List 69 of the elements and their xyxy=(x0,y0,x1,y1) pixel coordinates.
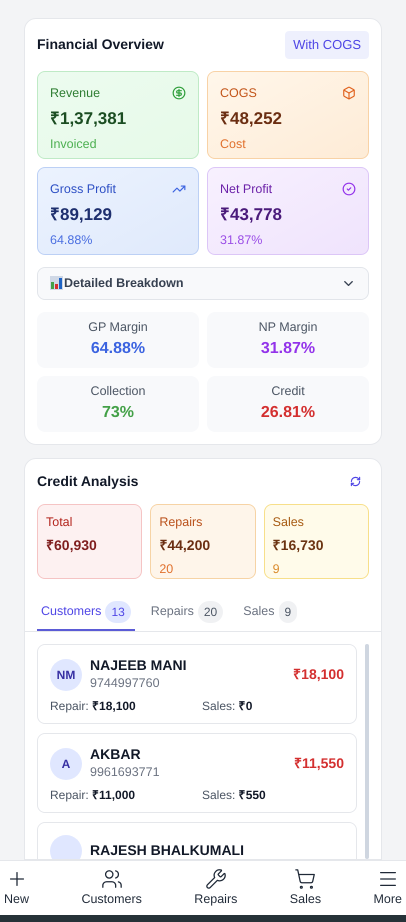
scrollbar[interactable] xyxy=(365,644,369,859)
customer-card[interactable]: RAJESH BHALKUMALI xyxy=(37,822,357,859)
nav-item[interactable]: Customers xyxy=(77,868,146,908)
sales-credit: Sales: ₹550 xyxy=(202,787,266,804)
refresh-icon xyxy=(350,476,361,486)
metric-label: Collection xyxy=(90,383,146,400)
cogs-tag: With COGS xyxy=(285,31,369,58)
metric-label: GP Margin xyxy=(88,319,148,336)
stat-note: Cost xyxy=(220,136,247,153)
summary-count: 20 xyxy=(159,561,174,578)
repair-credit: Repair: ₹11,000 xyxy=(50,787,136,804)
box-icon xyxy=(342,86,356,100)
tab-count: 9 xyxy=(278,600,298,622)
stat-value: ₹48,252 xyxy=(220,108,283,130)
stat-label: COGS xyxy=(220,84,257,102)
stat-note: 64.88% xyxy=(50,232,94,249)
avatar: NM xyxy=(50,658,82,691)
breakdown-toggle[interactable]: Detailed Breakdown xyxy=(37,266,369,300)
metric-value: 31.87% xyxy=(260,338,316,359)
nav-item[interactable]: Repairs xyxy=(190,868,242,908)
avatar: A xyxy=(50,748,82,780)
metric-value: 64.88% xyxy=(90,338,146,359)
dollar-icon xyxy=(172,86,186,100)
customer-phone: 9744997760 xyxy=(90,675,161,692)
cart-icon xyxy=(294,868,316,890)
card-title: Credit Analysis xyxy=(37,472,138,491)
bar-chart-icon xyxy=(50,276,63,290)
credit-amount: ₹11,550 xyxy=(294,754,344,774)
users-icon xyxy=(100,868,123,890)
wrench-icon xyxy=(204,868,227,890)
summary-value: ₹44,200 xyxy=(159,536,212,556)
stat-value: ₹43,778 xyxy=(220,204,283,226)
tab[interactable]: Customers 13 xyxy=(37,600,135,630)
metric-value: 73% xyxy=(102,402,134,423)
nav-item[interactable]: More xyxy=(370,868,406,908)
tab-count: 13 xyxy=(105,600,131,622)
customer-phone: 9961693771 xyxy=(90,764,161,782)
stat-value: ₹89,129 xyxy=(50,204,113,226)
stat-note: 31.87% xyxy=(220,232,264,249)
customer-name: NAJEEB MANI xyxy=(90,656,188,674)
customer-card[interactable]: NM NAJEEB MANI 9744997760 ₹18,100 Repair: ₹18,100 Sales: ₹0 xyxy=(37,644,357,724)
card-title: Financial Overview xyxy=(37,35,164,54)
summary-label: Repairs xyxy=(159,514,204,531)
metric-label: Credit xyxy=(271,383,305,400)
check-circle-icon xyxy=(342,182,356,196)
customer-card[interactable]: A AKBAR 9961693771 ₹11,550 Repair: ₹11,000 Sales: ₹550 xyxy=(37,732,357,813)
customer-name: AKBAR xyxy=(90,746,142,764)
tab-count: 20 xyxy=(198,600,224,622)
repair-credit: Repair: ₹18,100 xyxy=(50,698,137,715)
nav-item[interactable]: New xyxy=(0,868,34,908)
stat-label: Revenue xyxy=(50,84,100,102)
stat-label: Net Profit xyxy=(220,180,272,198)
nav-item[interactable]: Sales xyxy=(286,868,326,908)
customer-name: RAJESH BHALKUMALI xyxy=(90,842,245,859)
metric-value: 26.81% xyxy=(260,402,316,423)
summary-value: ₹60,930 xyxy=(46,536,98,556)
credit-amount: ₹18,100 xyxy=(293,665,344,684)
summary-value: ₹16,730 xyxy=(272,536,324,556)
tab[interactable]: Sales 9 xyxy=(239,600,302,630)
tab[interactable]: Repairs 20 xyxy=(146,600,228,630)
summary-count: 9 xyxy=(272,561,281,578)
sales-credit: Sales: ₹0 xyxy=(202,698,252,715)
avatar xyxy=(50,835,82,859)
stat-label: Gross Profit xyxy=(50,180,116,198)
summary-label: Total xyxy=(46,514,74,530)
summary-label: Sales xyxy=(272,514,305,530)
stat-value: ₹1,37,381 xyxy=(50,108,128,130)
stat-note: Invoiced xyxy=(50,136,98,153)
metric-label: NP Margin xyxy=(258,319,318,336)
